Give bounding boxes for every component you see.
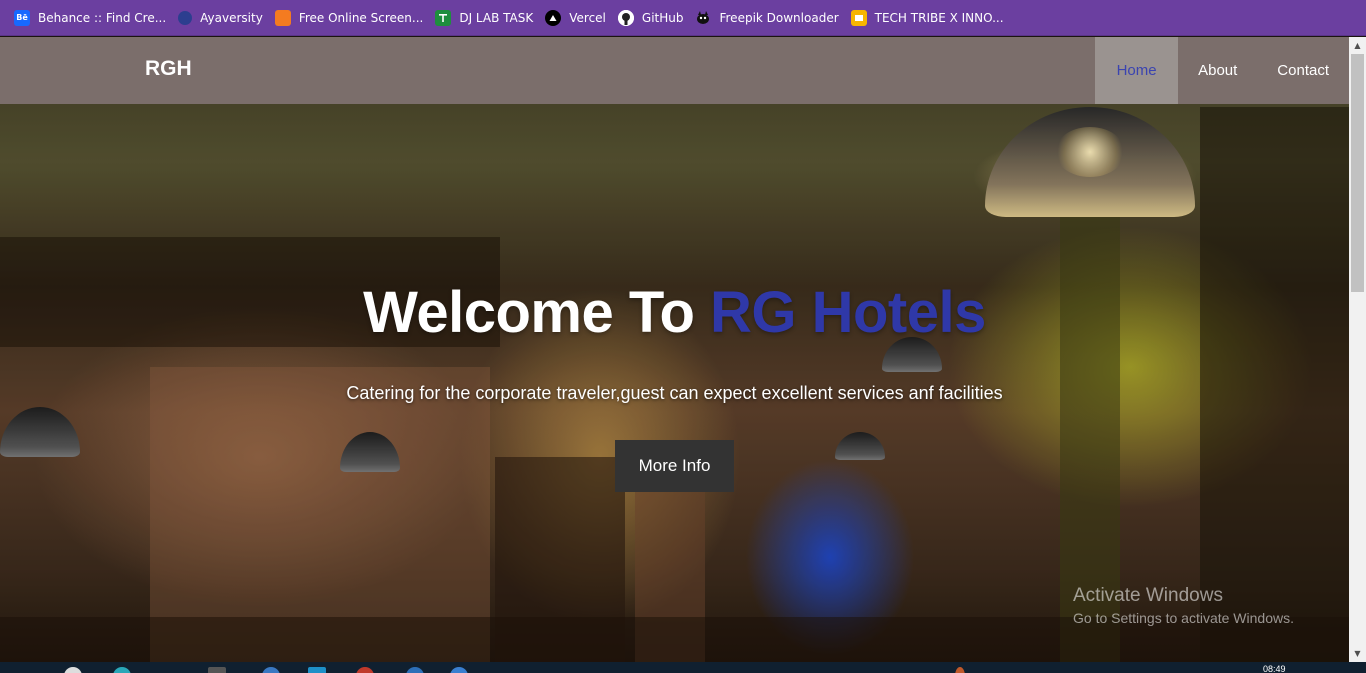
ayaversity-icon bbox=[178, 10, 193, 25]
bookmark-freepik[interactable]: Freepik Downloader bbox=[693, 6, 846, 30]
taskbar-app-icon[interactable] bbox=[262, 667, 280, 673]
screen-recorder-icon bbox=[274, 9, 291, 26]
bookmark-label: Freepik Downloader bbox=[719, 10, 839, 25]
taskbar-app-icon[interactable] bbox=[208, 667, 226, 673]
bookmark-screen-recorder[interactable]: Free Online Screen... bbox=[273, 6, 432, 30]
bookmark-label: Vercel bbox=[569, 10, 606, 25]
sheets-icon bbox=[435, 9, 452, 26]
nav-link-about[interactable]: About bbox=[1178, 37, 1257, 104]
vercel-icon bbox=[545, 9, 562, 26]
tray-icon[interactable] bbox=[955, 667, 965, 673]
chrome-icon[interactable] bbox=[356, 667, 374, 673]
github-icon bbox=[617, 9, 634, 26]
more-info-button[interactable]: More Info bbox=[615, 440, 734, 492]
behance-icon: Bē bbox=[14, 9, 30, 26]
bookmark-label: Ayaversity bbox=[200, 10, 263, 25]
taskbar-app-icon[interactable] bbox=[406, 667, 424, 673]
page-viewport: RGH Home About Contact Welcome To RG Hot… bbox=[0, 37, 1349, 662]
freepik-icon bbox=[695, 10, 711, 26]
bookmark-github[interactable]: GitHub bbox=[616, 6, 692, 30]
taskbar-clock[interactable]: 08:49 bbox=[1263, 664, 1286, 673]
taskbar: 08:49 bbox=[0, 662, 1366, 673]
hero-overlay bbox=[0, 37, 1349, 662]
taskbar-app-icon[interactable] bbox=[64, 667, 82, 673]
nav-link-contact[interactable]: Contact bbox=[1257, 37, 1349, 104]
scrollbar-thumb[interactable] bbox=[1351, 54, 1364, 292]
bookmark-label: Behance :: Find Cre... bbox=[38, 10, 167, 25]
bookmark-label: TECH TRIBE X INNO... bbox=[874, 10, 1004, 25]
bookmark-label: Free Online Screen... bbox=[298, 10, 424, 25]
bookmark-behance[interactable]: Bē Behance :: Find Cre... bbox=[12, 6, 174, 30]
brand-logo[interactable]: RGH bbox=[145, 57, 192, 81]
bookmark-ayaversity[interactable]: Ayaversity bbox=[176, 6, 271, 30]
taskbar-app-icon[interactable] bbox=[113, 667, 131, 673]
hero-title-accent: RG Hotels bbox=[710, 280, 986, 345]
taskbar-app-icon[interactable] bbox=[308, 667, 326, 673]
hero-title-prefix: Welcome To bbox=[363, 280, 710, 345]
nav-link-home[interactable]: Home bbox=[1095, 37, 1179, 104]
bookmark-label: GitHub bbox=[641, 10, 684, 25]
vertical-scrollbar[interactable]: ▲ ▼ bbox=[1349, 37, 1366, 662]
activate-windows-watermark: Activate Windows Go to Settings to activ… bbox=[1073, 585, 1294, 626]
scroll-down-icon[interactable]: ▼ bbox=[1349, 645, 1366, 662]
scroll-up-icon[interactable]: ▲ bbox=[1349, 37, 1366, 54]
hero-title: Welcome To RG Hotels bbox=[0, 279, 1349, 346]
watermark-subtitle: Go to Settings to activate Windows. bbox=[1073, 610, 1294, 626]
bookmark-dj-lab-task[interactable]: DJ LAB TASK bbox=[433, 6, 541, 30]
hero-subtitle: Catering for the corporate traveler,gues… bbox=[346, 383, 1003, 403]
bookmark-label: DJ LAB TASK bbox=[459, 10, 534, 25]
navbar: RGH Home About Contact bbox=[0, 37, 1349, 104]
nav-links: Home About Contact bbox=[1095, 37, 1349, 104]
bookmarks-bar: Bē Behance :: Find Cre... Ayaversity Fre… bbox=[0, 0, 1366, 36]
bookmark-tech-tribe[interactable]: TECH TRIBE X INNO... bbox=[849, 6, 1012, 30]
watermark-title: Activate Windows bbox=[1073, 585, 1223, 606]
bookmark-vercel[interactable]: Vercel bbox=[543, 6, 614, 30]
taskbar-app-icon[interactable] bbox=[450, 667, 468, 673]
slides-icon bbox=[850, 9, 867, 26]
